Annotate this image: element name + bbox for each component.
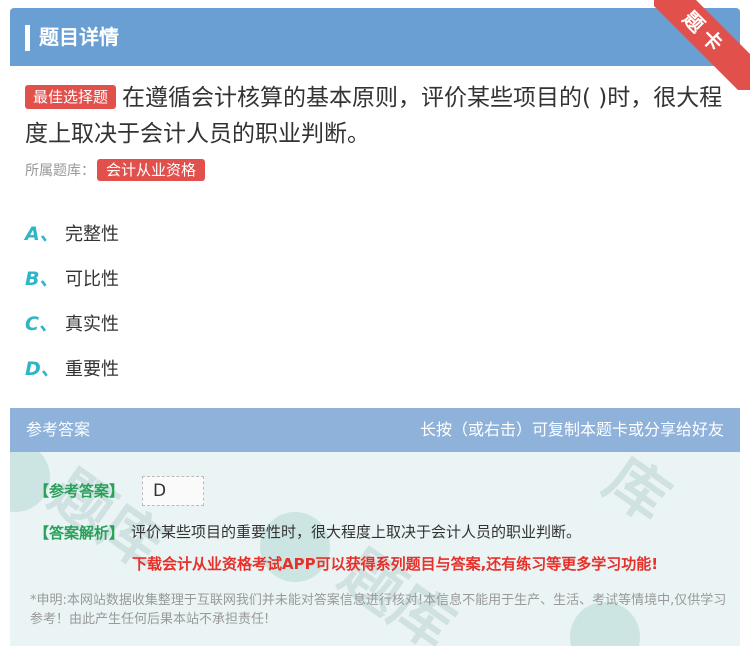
option-c[interactable]: C、 真实性 (25, 300, 119, 345)
question-bank: 所属题库： 会计从业资格 (25, 159, 206, 183)
question-text-block: 最佳选择题 在遵循会计核算的基本原则，评价某些项目的( )时，很大程度上取决于会计… (25, 80, 725, 152)
question-text: 在遵循会计核算的基本原则，评价某些项目的( )时，很大程度上取决于会计人员的职业… (25, 85, 723, 147)
option-a[interactable]: A、 完整性 (25, 210, 119, 255)
option-text: 可比性 (65, 268, 119, 290)
analysis-text: 评价某些项目的重要性时，很大程度上取决于会计人员的职业判断。 (131, 523, 582, 541)
question-type-badge: 最佳选择题 (25, 85, 117, 109)
option-d[interactable]: D、 重要性 (25, 345, 119, 390)
answer-body: 题库 题库 库 【参考答案】 D 【答案解析】 评价某些项目的重要性时，很大程度… (10, 452, 740, 646)
option-letter: A、 (25, 223, 59, 245)
reference-answer-value: D (142, 476, 204, 506)
option-letter: B、 (25, 268, 59, 290)
reference-answer-label: 【参考答案】 (34, 482, 125, 500)
header-bar-decoration (25, 25, 30, 51)
option-letter: C、 (25, 313, 58, 335)
watermark: 库 (592, 452, 682, 536)
card-ribbon[interactable]: 题卡 (654, 0, 750, 90)
card-corner[interactable]: 题卡 (654, 0, 750, 90)
option-text: 重要性 (65, 358, 119, 380)
option-text: 完整性 (65, 223, 119, 245)
answer-header: 参考答案 长按（或右击）可复制本题卡或分享给好友 (10, 408, 740, 452)
page-header: 题目详情 (10, 8, 740, 66)
option-b[interactable]: B、 可比性 (25, 255, 119, 300)
bank-tag[interactable]: 会计从业资格 (97, 159, 206, 181)
disclaimer: *申明:本网站数据收集整理于互联网我们并未能对答案信息进行核对!本信息不能用于生… (30, 593, 727, 627)
analysis-label: 【答案解析】 (34, 524, 125, 542)
share-hint: 长按（或右击）可复制本题卡或分享给好友 (419, 420, 724, 439)
bank-label: 所属题库： (25, 163, 95, 179)
answer-header-title: 参考答案 (26, 420, 91, 439)
app-download-promo[interactable]: 下载会计从业资格考试APP可以获得系列题目与答案,还有练习等更多学习功能! (132, 553, 658, 574)
page-title: 题目详情 (39, 25, 119, 49)
option-letter: D、 (25, 358, 60, 380)
option-list: A、 完整性 B、 可比性 C、 真实性 D、 重要性 (25, 210, 119, 390)
option-text: 真实性 (65, 313, 119, 335)
